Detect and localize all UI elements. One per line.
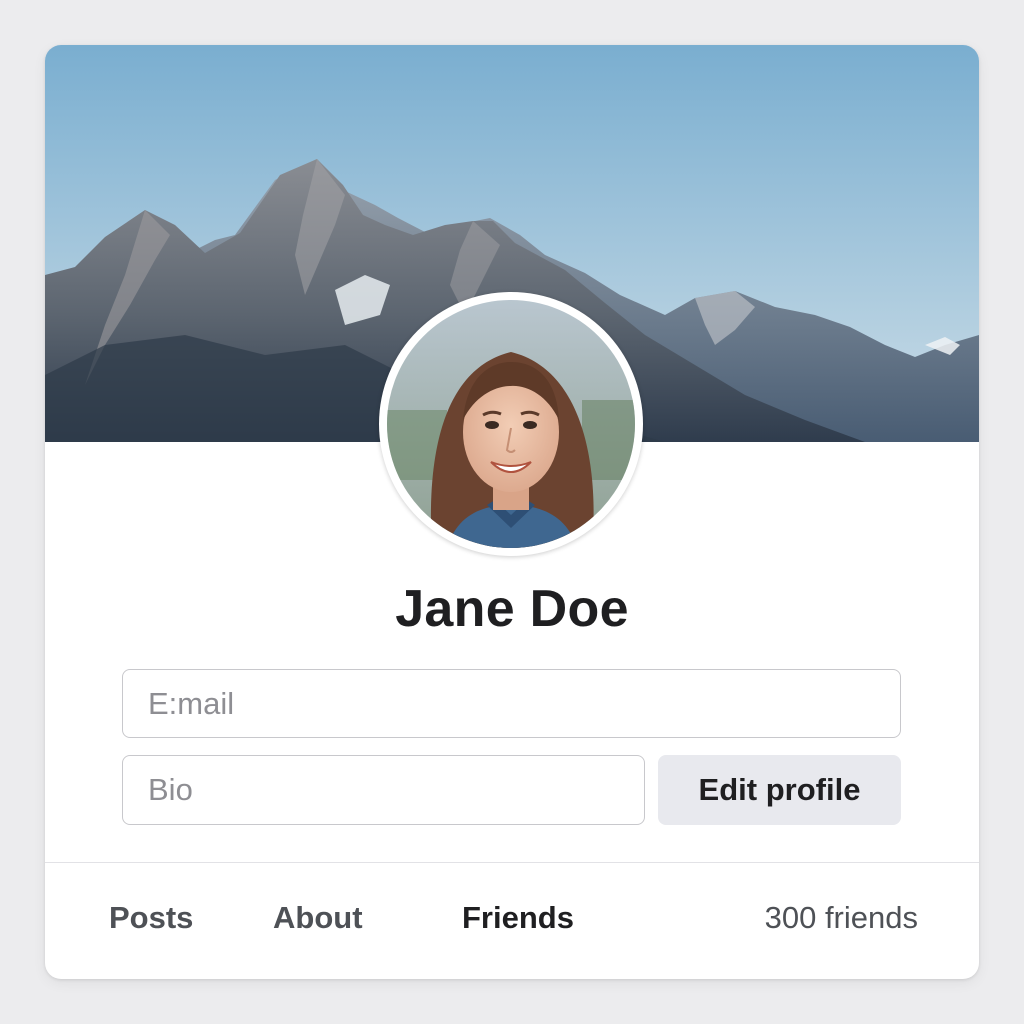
- profile-name: Jane Doe: [395, 580, 629, 638]
- profile-card: Jane Doe Edit profile Posts About Friend…: [45, 45, 979, 979]
- divider: [45, 862, 979, 863]
- tab-friends[interactable]: Friends: [462, 900, 574, 936]
- tab-posts[interactable]: Posts: [109, 900, 193, 936]
- bio-field[interactable]: [122, 755, 645, 825]
- avatar[interactable]: [379, 292, 643, 556]
- tab-about[interactable]: About: [273, 900, 363, 936]
- profile-photo: [387, 300, 635, 548]
- edit-profile-button[interactable]: Edit profile: [658, 755, 901, 825]
- friends-count: 300 friends: [764, 900, 918, 935]
- email-field[interactable]: [122, 669, 901, 738]
